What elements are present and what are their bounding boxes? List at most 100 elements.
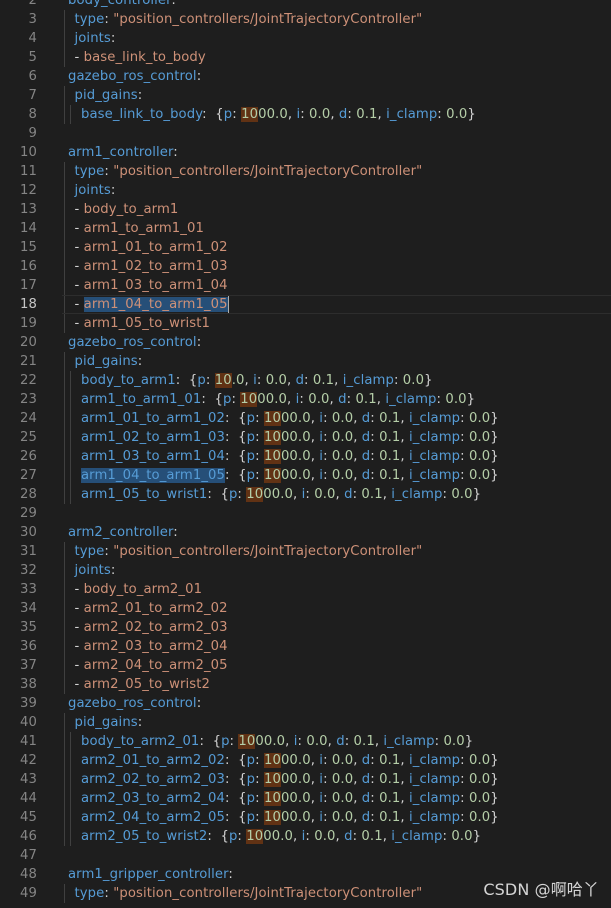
code-line[interactable]: 32 joints:	[0, 561, 611, 580]
code-token: :	[104, 886, 114, 901]
code-token: i_clamp	[408, 772, 461, 787]
code-line[interactable]: 27 arm1_04_to_arm1_05: {p: 1000.0, i: 0.0…	[0, 466, 611, 485]
code-token: 0.1	[361, 829, 383, 844]
code-token: }	[466, 392, 476, 407]
indent-guide	[70, 485, 71, 504]
code-line[interactable]: 46 arm2_05_to_wrist2: {p: 1000.0, i: 0.0,…	[0, 827, 611, 846]
line-number: 40	[20, 715, 37, 730]
code-line[interactable]: 11 type: "position_controllers/JointTraje…	[0, 162, 611, 181]
code-token: p	[246, 468, 256, 483]
code-line[interactable]: 28 arm1_05_to_wrist1: {p: 1000.0, i: 0.0,…	[0, 485, 611, 504]
line-number: 9	[28, 126, 37, 141]
line-content: gazebo_ros_control:	[68, 67, 201, 86]
code-line[interactable]: 19 - arm1_05_to_wrist1	[0, 314, 611, 333]
code-line[interactable]: 2 body_controller:	[0, 0, 611, 10]
code-line[interactable]: 29	[0, 504, 611, 523]
code-line[interactable]: 43 arm2_02_to_arm2_03: {p: 1000.0, i: 0.0…	[0, 770, 611, 789]
code-token: ,	[310, 411, 320, 426]
code-token: 0.0	[331, 411, 354, 426]
code-line[interactable]: 37 - arm2_04_to_arm2_05	[0, 656, 611, 675]
line-content: arm1_04_to_arm1_05: {p: 1000.0, i: 0.0, …	[81, 466, 499, 485]
code-token: }	[464, 734, 474, 749]
code-token: joints	[74, 563, 111, 578]
code-token: }	[490, 468, 499, 483]
code-token: :	[255, 411, 264, 426]
code-line[interactable]: 16 - arm1_02_to_arm1_03	[0, 257, 611, 276]
code-line[interactable]: 7 pid_gains:	[0, 86, 611, 105]
code-line[interactable]: 23 arm1_to_arm1_01: {p: 1000.0, i: 0.0, d…	[0, 390, 611, 409]
code-line[interactable]: 31 type: "position_controllers/JointTraje…	[0, 542, 611, 561]
code-line[interactable]: 21 pid_gains:	[0, 352, 611, 371]
code-line[interactable]: 25 arm1_02_to_arm1_03: {p: 1000.0, i: 0.0…	[0, 428, 611, 447]
line-content: - arm2_02_to_arm2_03	[75, 618, 228, 637]
code-line[interactable]: 12 joints:	[0, 181, 611, 200]
code-line[interactable]: 20 gazebo_ros_control:	[0, 333, 611, 352]
code-line[interactable]: 15 - arm1_01_to_arm1_02	[0, 238, 611, 257]
line-number: 29	[20, 506, 37, 521]
code-line[interactable]: 4 joints:	[0, 29, 611, 48]
code-line[interactable]: 14 - arm1_to_arm1_01	[0, 219, 611, 238]
code-line[interactable]: 36 - arm2_03_to_arm2_04	[0, 637, 611, 656]
code-token: i_clamp	[408, 449, 461, 464]
line-content: body_controller:	[68, 0, 176, 10]
code-line[interactable]: 39 gazebo_ros_control:	[0, 694, 611, 713]
code-token: }	[472, 829, 482, 844]
code-token: ,	[353, 449, 362, 464]
code-token: :	[344, 734, 354, 749]
code-line[interactable]: 24 arm1_01_to_arm1_02: {p: 1000.0, i: 0.0…	[0, 409, 611, 428]
code-token: }	[490, 791, 499, 806]
line-number: 11	[20, 164, 37, 179]
code-line[interactable]: 9	[0, 124, 611, 143]
code-token: 0.1	[379, 468, 401, 483]
code-token: ,	[310, 430, 320, 445]
code-token: body_to_arm1	[83, 202, 179, 217]
line-content: arm2_02_to_arm2_03: {p: 1000.0, i: 0.0, …	[81, 770, 499, 789]
code-line[interactable]: 35 - arm2_02_to_arm2_03	[0, 618, 611, 637]
code-line[interactable]: 42 arm2_01_to_arm2_02: {p: 1000.0, i: 0.0…	[0, 751, 611, 770]
code-lines[interactable]: 2 body_controller: 3 type: "position_contro…	[0, 0, 611, 903]
code-token: 0.0	[469, 468, 491, 483]
code-line[interactable]: 41 body_to_arm2_01: {p: 1000.0, i: 0.0, d…	[0, 732, 611, 751]
code-line[interactable]: 10 arm1_controller:	[0, 143, 611, 162]
code-token: 0.0	[309, 107, 331, 122]
code-token: 0.0	[314, 487, 336, 502]
line-content: arm1_01_to_arm1_02: {p: 1000.0, i: 0.0, …	[81, 409, 499, 428]
code-token: -	[74, 50, 84, 65]
code-editor[interactable]: 2 body_controller: 3 type: "position_contro…	[0, 0, 611, 908]
code-line[interactable]: 17 - arm1_03_to_arm1_04	[0, 276, 611, 295]
code-line[interactable]: 5 - base_link_to_body	[0, 48, 611, 67]
code-line[interactable]: 3 type: "position_controllers/JointTrajec…	[0, 10, 611, 29]
code-line[interactable]: 18 - arm1_04_to_arm1_05	[0, 295, 611, 314]
code-line[interactable]: 26 arm1_03_to_arm1_04: {p: 1000.0, i: 0.0…	[0, 447, 611, 466]
code-token: }	[472, 487, 482, 502]
line-number: 24	[20, 411, 37, 426]
code-token: : {	[207, 829, 229, 844]
code-token: 00.0	[258, 107, 288, 122]
indent-guide	[64, 219, 65, 238]
code-token: pid_gains	[74, 715, 138, 730]
code-token: ,	[353, 753, 362, 768]
code-line[interactable]: 30 arm2_controller:	[0, 523, 611, 542]
line-content: base_link_to_body: {p: 1000.0, i: 0.0, d…	[81, 105, 476, 124]
code-token: :	[460, 772, 469, 787]
indent-guide	[70, 447, 71, 466]
indent-guide	[64, 770, 65, 789]
line-content: arm1_03_to_arm1_04: {p: 1000.0, i: 0.0, …	[81, 447, 499, 466]
code-line[interactable]: 44 arm2_03_to_arm2_04: {p: 1000.0, i: 0.0…	[0, 789, 611, 808]
code-line[interactable]: 34 - arm2_01_to_arm2_02	[0, 599, 611, 618]
code-line[interactable]: 33 - body_to_arm2_01	[0, 580, 611, 599]
code-line[interactable]: 47	[0, 846, 611, 865]
code-line[interactable]: 13 - body_to_arm1	[0, 200, 611, 219]
code-token: 10	[241, 107, 259, 122]
code-token: : {	[225, 468, 247, 483]
code-line[interactable]: 38 - arm2_05_to_wrist2	[0, 675, 611, 694]
line-number: 17	[20, 278, 37, 293]
code-line[interactable]: 40 pid_gains:	[0, 713, 611, 732]
code-line[interactable]: 45 arm2_04_to_arm2_05: {p: 1000.0, i: 0.0…	[0, 808, 611, 827]
code-token: .0	[231, 373, 245, 388]
code-line[interactable]: 22 body_to_arm1: {p: 10.0, i: 0.0, d: 0.1…	[0, 371, 611, 390]
code-token: d	[361, 449, 371, 464]
code-token: ,	[293, 487, 302, 502]
code-line[interactable]: 8 base_link_to_body: {p: 1000.0, i: 0.0, …	[0, 105, 611, 124]
code-line[interactable]: 6 gazebo_ros_control:	[0, 67, 611, 86]
